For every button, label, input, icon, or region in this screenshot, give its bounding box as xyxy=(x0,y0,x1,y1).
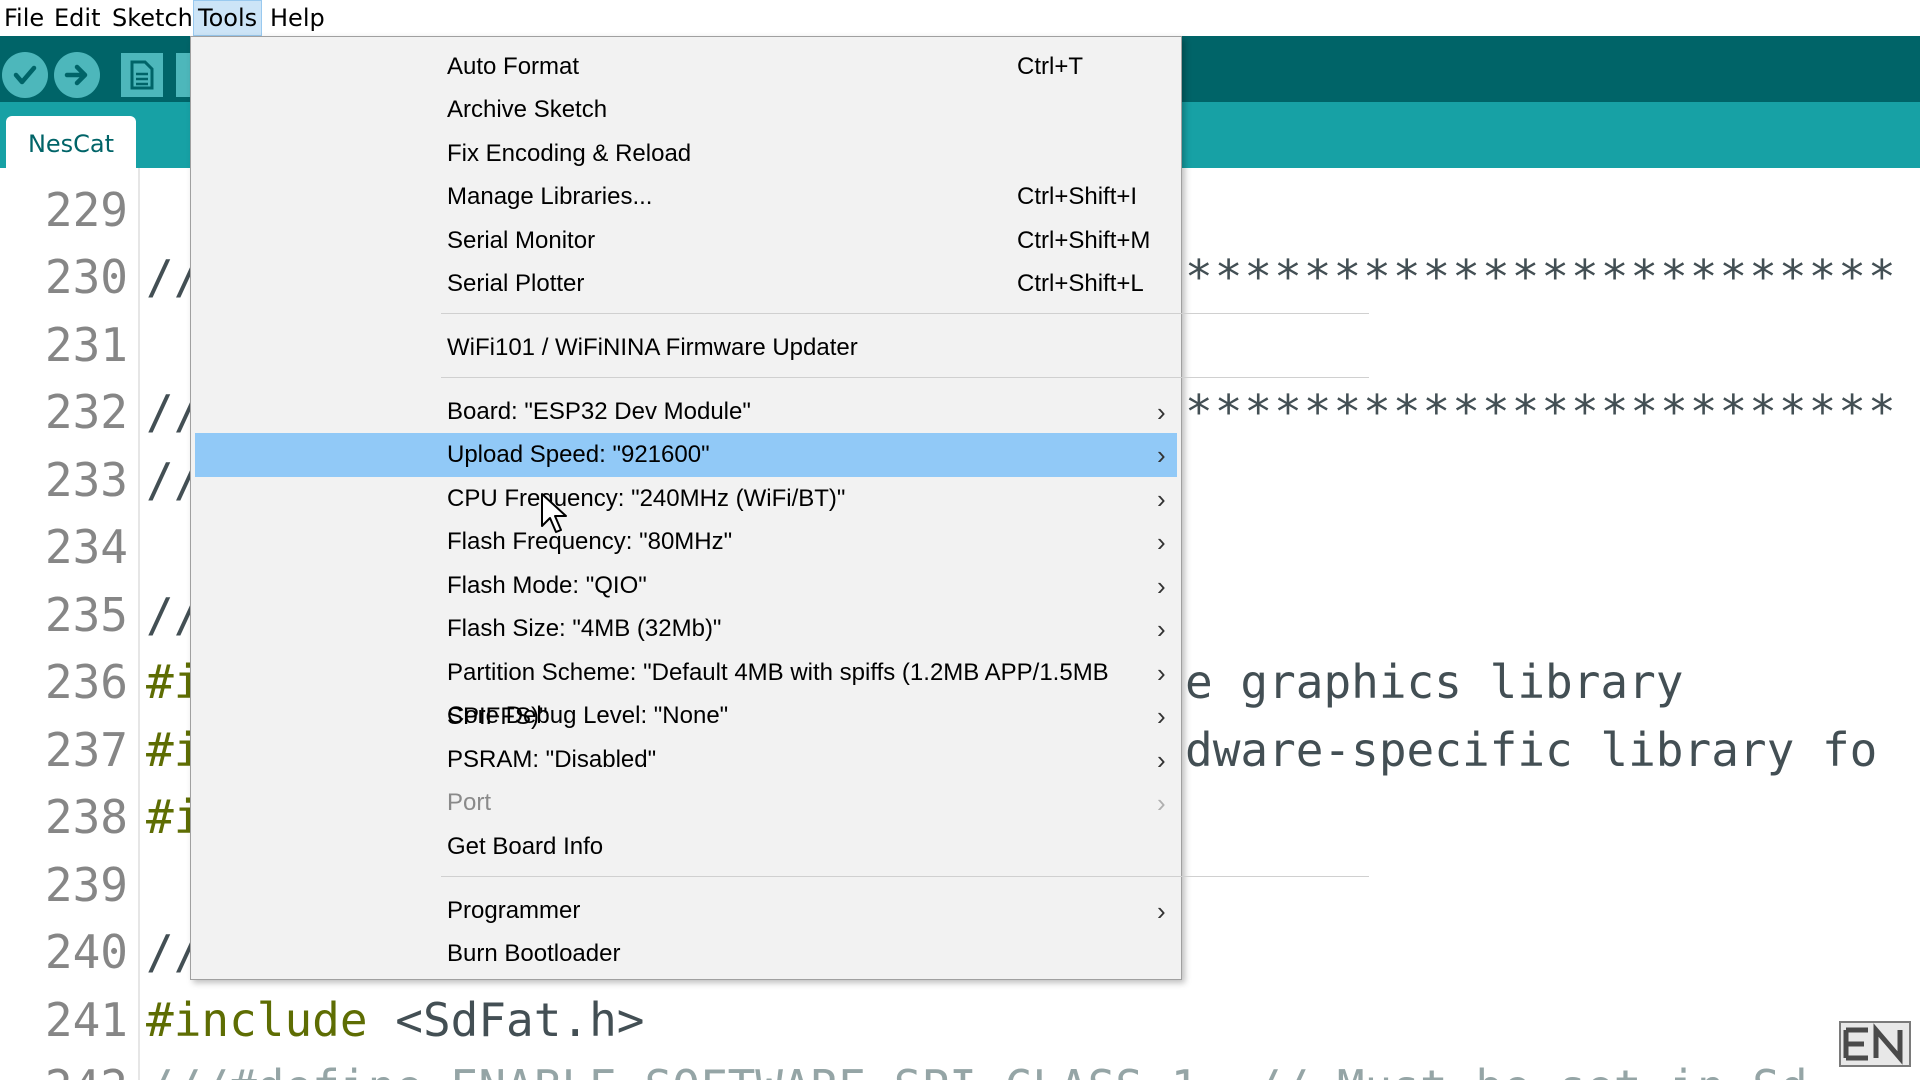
chevron-right-icon: › xyxy=(1157,614,1166,644)
chevron-right-icon: › xyxy=(1157,571,1166,601)
arduino-ide-window: File Edit Sketch Tools Help NesCat 229 2… xyxy=(0,0,1920,1080)
menu-item-partition-scheme[interactable]: Partition Scheme: "Default 4MB with spif… xyxy=(195,651,1177,730)
line-number: 240 xyxy=(44,925,128,979)
chevron-right-icon: › xyxy=(1157,397,1166,427)
menu-item-label: Programmer xyxy=(447,897,581,924)
menu-item-psram[interactable]: PSRAM: "Disabled" › xyxy=(195,738,1177,782)
watermark-logo xyxy=(1839,1021,1911,1067)
menu-item-serial-plotter[interactable]: Serial Plotter Ctrl+Shift+L xyxy=(195,262,1177,306)
tab-nescat[interactable]: NesCat xyxy=(6,116,136,168)
menu-item-shortcut: Ctrl+Shift+I xyxy=(1017,183,1138,210)
menu-item-firmware-updater[interactable]: WiFi101 / WiFiNINA Firmware Updater xyxy=(195,326,1177,370)
menu-item-upload-speed[interactable]: Upload Speed: "921600" › xyxy=(195,433,1177,477)
line-number: 241 xyxy=(44,993,128,1047)
line-number: 237 xyxy=(44,723,128,777)
line-number: 238 xyxy=(44,790,128,844)
chevron-right-icon: › xyxy=(1157,745,1166,775)
code-line-241: #include <SdFat.h> xyxy=(146,992,645,1048)
menu-item-burn-bootloader[interactable]: Burn Bootloader xyxy=(195,932,1177,976)
menu-item-label: WiFi101 / WiFiNINA Firmware Updater xyxy=(447,334,858,361)
new-sketch-button[interactable] xyxy=(121,53,163,97)
tools-dropdown-menu: Auto Format Ctrl+T Archive Sketch Fix En… xyxy=(190,36,1369,980)
menu-item-label: CPU Frequency: "240MHz (WiFi/BT)" xyxy=(447,485,846,512)
line-number: 229 xyxy=(44,183,128,237)
menu-item-manage-libraries[interactable]: Manage Libraries... Ctrl+Shift+I xyxy=(195,175,1177,219)
line-number: 232 xyxy=(44,385,128,439)
upload-button[interactable] xyxy=(54,52,100,98)
menu-bar: File Edit Sketch Tools Help xyxy=(0,0,1920,36)
verify-button[interactable] xyxy=(2,52,48,98)
line-number: 233 xyxy=(44,453,128,507)
menu-item-fix-encoding[interactable]: Fix Encoding & Reload xyxy=(195,132,1177,176)
menu-item-label: Upload Speed: "921600" xyxy=(447,441,710,468)
menu-item-flash-size[interactable]: Flash Size: "4MB (32Mb)" › xyxy=(195,607,1177,651)
line-number: 230 xyxy=(44,250,128,304)
code-fragment: dware-specific library fo xyxy=(1185,723,1878,777)
new-file-icon xyxy=(130,60,154,90)
menu-item-label: Core Debug Level: "None" xyxy=(447,702,729,729)
menu-item-label: Burn Bootloader xyxy=(447,940,621,967)
menu-item-label: Get Board Info xyxy=(447,833,604,860)
chevron-right-icon: › xyxy=(1157,484,1166,514)
menu-help[interactable]: Help xyxy=(266,0,329,36)
menu-item-shortcut: Ctrl+T xyxy=(1017,53,1083,80)
menu-edit[interactable]: Edit xyxy=(50,0,104,36)
menu-item-label: Flash Mode: "QIO" xyxy=(447,572,647,599)
menu-item-label: Port xyxy=(447,789,492,816)
menu-item-auto-format[interactable]: Auto Format Ctrl+T xyxy=(195,45,1177,89)
code-fragment: e graphics library xyxy=(1185,655,1684,709)
chevron-right-icon: › xyxy=(1157,896,1166,926)
line-number: 236 xyxy=(44,655,128,709)
menu-item-get-board-info[interactable]: Get Board Info xyxy=(195,825,1177,869)
chevron-right-icon: › xyxy=(1157,658,1166,688)
menu-item-label: Serial Plotter xyxy=(447,270,585,297)
menu-item-label: Auto Format xyxy=(447,53,580,80)
menu-separator xyxy=(441,876,1369,877)
menu-item-shortcut: Ctrl+Shift+M xyxy=(1017,227,1151,254)
menu-tools[interactable]: Tools xyxy=(193,0,263,36)
chevron-right-icon: › xyxy=(1157,701,1166,731)
line-number: 235 xyxy=(44,588,128,642)
menu-separator xyxy=(441,377,1369,378)
line-number: 231 xyxy=(44,318,128,372)
menu-item-programmer[interactable]: Programmer › xyxy=(195,889,1177,933)
include-target: <SdFat.h> xyxy=(367,993,645,1047)
line-number: 234 xyxy=(44,520,128,574)
menu-item-label: Flash Frequency: "80MHz" xyxy=(447,528,733,555)
menu-item-core-debug-level[interactable]: Core Debug Level: "None" › xyxy=(195,694,1177,738)
menu-item-label: Board: "ESP32 Dev Module" xyxy=(447,398,751,425)
checkmark-icon xyxy=(13,65,37,85)
include-keyword: #include xyxy=(146,993,368,1047)
menu-item-cpu-frequency[interactable]: CPU Frequency: "240MHz (WiFi/BT)" › xyxy=(195,477,1177,521)
menu-item-label: PSRAM: "Disabled" xyxy=(447,746,657,773)
chevron-right-icon: › xyxy=(1157,440,1166,470)
line-number: 239 xyxy=(44,858,128,912)
menu-item-flash-mode[interactable]: Flash Mode: "QIO" › xyxy=(195,564,1177,608)
menu-item-label: Serial Monitor xyxy=(447,227,596,254)
menu-item-archive-sketch[interactable]: Archive Sketch xyxy=(195,88,1177,132)
menu-sketch[interactable]: Sketch xyxy=(108,0,197,36)
menu-item-port: Port › xyxy=(195,781,1177,825)
menu-item-label: Flash Size: "4MB (32Mb)" xyxy=(447,615,722,642)
menu-item-label: Archive Sketch xyxy=(447,96,608,123)
menu-item-shortcut: Ctrl+Shift+L xyxy=(1017,270,1144,297)
menu-item-label: Fix Encoding & Reload xyxy=(447,140,692,167)
chevron-right-icon: › xyxy=(1157,527,1166,557)
mouse-cursor-icon xyxy=(541,493,567,533)
menu-file[interactable]: File xyxy=(0,0,48,36)
code-line-242: ///#define ENABLE_SOFTWARE_SPI_CLASS 1 /… xyxy=(146,1059,1808,1080)
menu-separator xyxy=(441,313,1369,314)
open-sketch-button[interactable] xyxy=(176,53,190,97)
menu-item-serial-monitor[interactable]: Serial Monitor Ctrl+Shift+M xyxy=(195,219,1177,263)
arrow-right-icon xyxy=(64,64,88,86)
chevron-right-icon: › xyxy=(1157,788,1166,818)
code-fragment: ************************ xyxy=(1185,385,1898,439)
menu-item-flash-frequency[interactable]: Flash Frequency: "80MHz" › xyxy=(195,520,1177,564)
menu-item-board[interactable]: Board: "ESP32 Dev Module" › xyxy=(195,390,1177,434)
menu-item-label: Manage Libraries... xyxy=(447,183,653,210)
line-number: 242 xyxy=(0,1059,128,1080)
code-fragment: ************************ xyxy=(1185,250,1898,304)
